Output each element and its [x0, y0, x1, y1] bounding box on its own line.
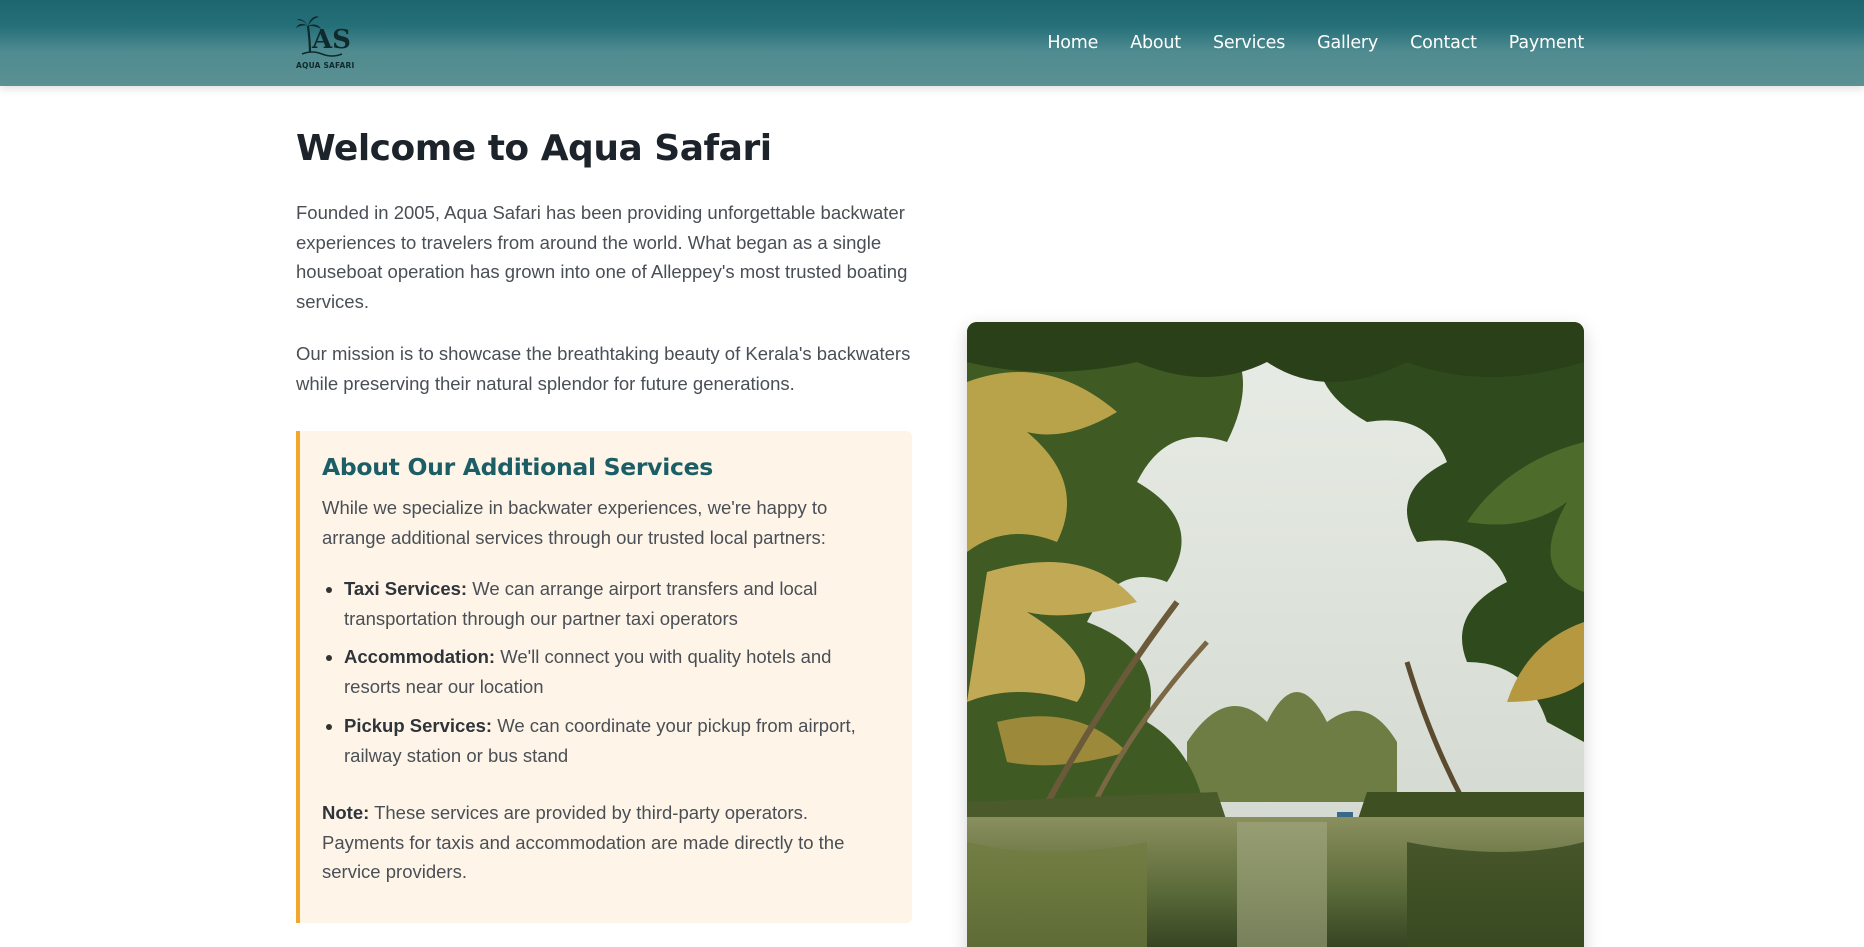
nav-about[interactable]: About: [1130, 33, 1181, 53]
list-item-pickup: Pickup Services: We can coordinate your …: [326, 711, 884, 770]
site-logo[interactable]: AS AQUA SAFARI: [296, 14, 360, 70]
page-title: Welcome to Aqua Safari: [296, 128, 772, 169]
nav-contact[interactable]: Contact: [1410, 33, 1477, 53]
additional-services-intro: While we specialize in backwater experie…: [322, 497, 828, 548]
additional-services-list: Taxi Services: We can arrange airport tr…: [326, 574, 884, 779]
list-item-label: Taxi Services:: [344, 578, 468, 599]
list-item-taxi: Taxi Services: We can arrange airport tr…: [326, 574, 884, 633]
about-section: Welcome to Aqua Safari Founded in 2005, …: [296, 86, 1584, 947]
services-note: Note: These services are provided by thi…: [322, 798, 882, 887]
logo-mark: AS: [311, 25, 351, 55]
backwaters-image: [967, 322, 1584, 947]
additional-services-title: About Our Additional Services: [322, 453, 713, 481]
backwaters-photo: [967, 322, 1584, 947]
main-nav: Home About Services Gallery Contact Paym…: [1047, 0, 1584, 86]
nav-gallery[interactable]: Gallery: [1317, 33, 1378, 53]
about-paragraph-mission: Our mission is to showcase the breathtak…: [296, 343, 911, 394]
site-header: AS AQUA SAFARI Home About Services Galle…: [0, 0, 1864, 86]
list-item-label: Pickup Services:: [344, 714, 493, 736]
list-item-label: Accommodation:: [344, 646, 496, 668]
note-text: These services are provided by third-par…: [322, 802, 845, 883]
about-paragraph-history: Founded in 2005, Aqua Safari has been pr…: [296, 202, 908, 313]
additional-services-box: About Our Additional Services While we s…: [296, 431, 912, 923]
nav-payment[interactable]: Payment: [1509, 33, 1584, 53]
logo-text: AQUA SAFARI: [296, 61, 355, 70]
nav-services[interactable]: Services: [1213, 33, 1285, 53]
palm-tree-logo-icon: AS: [296, 16, 351, 57]
note-label: Note:: [322, 802, 370, 823]
list-item-accommodation: Accommodation: We'll connect you with qu…: [326, 642, 884, 701]
nav-home[interactable]: Home: [1047, 33, 1098, 53]
